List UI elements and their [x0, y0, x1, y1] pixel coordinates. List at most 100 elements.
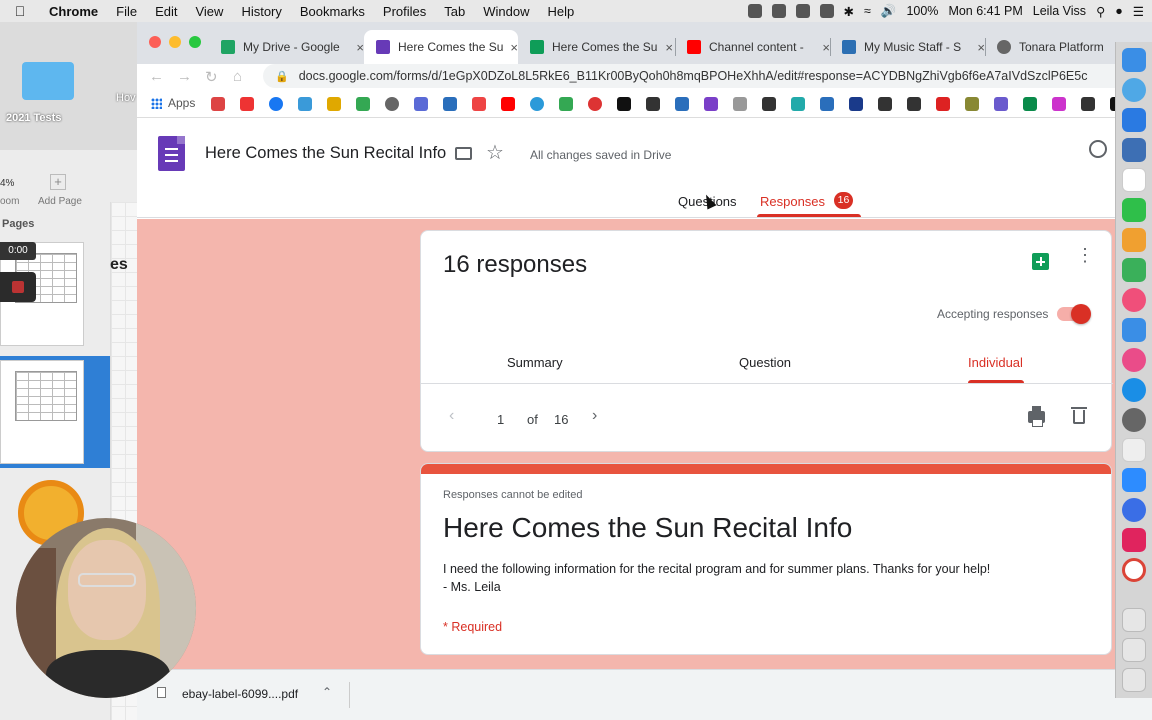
download-filename[interactable]: ebay-label-6099....pdf	[182, 687, 298, 701]
documents-folder-icon[interactable]	[1122, 638, 1146, 662]
bookmark-wikipedia-icon[interactable]	[762, 97, 776, 111]
trash-icon[interactable]	[1122, 668, 1146, 692]
reload-icon[interactable]: ↻	[205, 68, 218, 86]
close-tab-icon[interactable]: ×	[356, 40, 364, 55]
menu-tab[interactable]: Tab	[435, 4, 474, 19]
clock[interactable]: Mon 6:41 PM	[948, 4, 1022, 18]
add-page-label[interactable]: Add Page	[38, 196, 82, 207]
bookmark-amazon-icon[interactable]	[617, 97, 631, 111]
minimize-window-button[interactable]	[169, 36, 181, 48]
bookmark-icon[interactable]	[1023, 97, 1037, 111]
user-name[interactable]: Leila Viss	[1033, 4, 1086, 18]
bluetooth-icon[interactable]: ✱	[844, 4, 854, 19]
spotlight-search-icon[interactable]: ⚲	[1096, 4, 1105, 19]
bookmark-icon[interactable]	[849, 97, 863, 111]
bookmark-icon[interactable]	[1081, 97, 1095, 111]
bookmark-icon[interactable]	[704, 97, 718, 111]
create-spreadsheet-icon[interactable]	[1032, 253, 1049, 270]
bookmark-icon[interactable]	[936, 97, 950, 111]
bookmark-icon[interactable]	[733, 97, 747, 111]
google-forms-logo-icon[interactable]	[158, 136, 185, 171]
tab-my-music-staff[interactable]: My Music Staff - S ×	[830, 30, 985, 64]
tab-tonara[interactable]: Tonara Platform	[985, 30, 1115, 64]
zoom-icon[interactable]	[1122, 468, 1146, 492]
tab-question[interactable]: Question	[739, 355, 791, 370]
app-icon[interactable]	[1122, 498, 1146, 522]
back-arrow-icon[interactable]: ←	[149, 68, 164, 85]
menu-bookmarks[interactable]: Bookmarks	[291, 4, 374, 19]
customize-theme-palette-icon[interactable]	[1089, 140, 1107, 158]
bookmark-mail-icon[interactable]	[240, 97, 254, 111]
bookmark-icon[interactable]	[1052, 97, 1066, 111]
desktop-item-label[interactable]: Hov	[116, 92, 136, 104]
next-response-chevron-icon[interactable]: ›	[592, 407, 597, 425]
siri-dock-icon[interactable]	[1122, 78, 1146, 102]
menu-view[interactable]: View	[186, 4, 232, 19]
music-icon[interactable]	[1122, 288, 1146, 312]
move-to-folder-icon[interactable]	[455, 147, 472, 160]
zoom-level[interactable]: 4%	[0, 178, 14, 189]
stop-recording-button[interactable]	[0, 272, 36, 302]
bookmark-sheets-icon[interactable]	[559, 97, 573, 111]
photos-icon[interactable]	[1122, 348, 1146, 372]
app-store-icon[interactable]	[1122, 378, 1146, 402]
address-bar[interactable]: 🔒 docs.google.com/forms/d/1eGpX0DZoL8L5R…	[263, 64, 1152, 88]
bookmark-icon[interactable]	[588, 97, 602, 111]
time-machine-icon[interactable]	[819, 4, 834, 18]
page-thumbnail[interactable]	[0, 360, 84, 464]
preview-icon[interactable]	[1122, 138, 1146, 162]
menu-window[interactable]: Window	[474, 4, 538, 19]
bookmark-apps[interactable]: Apps	[151, 96, 195, 110]
keynote-icon[interactable]	[1122, 318, 1146, 342]
bookmark-drive-icon[interactable]	[356, 97, 370, 111]
chrome-icon[interactable]	[1122, 558, 1146, 582]
bookmark-youtube-icon[interactable]	[501, 97, 515, 111]
numbers-icon[interactable]	[1122, 258, 1146, 282]
battery-percent[interactable]: 100%	[906, 4, 938, 18]
bookmark-icon[interactable]	[530, 97, 544, 111]
status-record-icon[interactable]	[795, 4, 810, 18]
system-preferences-icon[interactable]	[1122, 408, 1146, 432]
bookmark-icon[interactable]	[994, 97, 1008, 111]
bookmark-icon[interactable]	[820, 97, 834, 111]
notification-center-icon[interactable]: ☰	[1133, 4, 1144, 19]
tab-summary[interactable]: Summary	[507, 355, 563, 370]
star-icon[interactable]: ☆	[486, 140, 504, 165]
quizlet-icon[interactable]	[1122, 528, 1146, 552]
tab-responses[interactable]: Responses	[760, 194, 825, 209]
desktop-folder-label[interactable]: 2021 Tests	[6, 112, 61, 124]
folder-icon[interactable]	[22, 62, 74, 100]
siri-icon[interactable]: ●	[1115, 4, 1123, 18]
status-app-icon[interactable]	[747, 4, 762, 18]
volume-icon[interactable]: 🔊	[881, 4, 897, 19]
status-cloud-icon[interactable]	[771, 4, 786, 18]
tab-youtube-channel[interactable]: Channel content - ×	[675, 30, 830, 64]
bookmark-icon[interactable]	[298, 97, 312, 111]
bookmark-icon[interactable]	[965, 97, 979, 111]
pages-icon[interactable]	[1122, 228, 1146, 252]
bookmark-facebook-icon[interactable]	[269, 97, 283, 111]
bookmark-icon[interactable]	[385, 97, 399, 111]
previous-response-chevron-icon[interactable]: ‹	[449, 407, 454, 425]
bookmark-icon[interactable]	[646, 97, 660, 111]
safari-icon[interactable]	[1122, 108, 1146, 132]
bookmark-gmail-icon[interactable]	[211, 97, 225, 111]
bookmark-icon[interactable]	[907, 97, 921, 111]
menu-edit[interactable]: Edit	[146, 4, 186, 19]
menu-profiles[interactable]: Profiles	[374, 4, 435, 19]
print-icon[interactable]	[1028, 406, 1045, 427]
bookmark-icon[interactable]	[675, 97, 689, 111]
current-response-number[interactable]: 1	[497, 412, 504, 427]
home-icon[interactable]: ⌂	[233, 68, 242, 85]
tab-sheets[interactable]: Here Comes the Su ×	[518, 30, 673, 64]
form-title-input[interactable]: Here Comes the Sun Recital Info	[205, 144, 446, 163]
tab-my-drive[interactable]: My Drive - Google ×	[209, 30, 364, 64]
bookmark-icon[interactable]	[443, 97, 457, 111]
tab-individual[interactable]: Individual	[968, 355, 1023, 370]
finder-icon[interactable]	[1122, 48, 1146, 72]
download-options-chevron-icon[interactable]: ⌃	[322, 685, 332, 699]
bookmark-icon[interactable]	[414, 97, 428, 111]
forward-arrow-icon[interactable]: →	[177, 68, 192, 85]
close-tab-icon[interactable]: ×	[510, 40, 518, 55]
delete-response-trash-icon[interactable]	[1071, 407, 1087, 424]
